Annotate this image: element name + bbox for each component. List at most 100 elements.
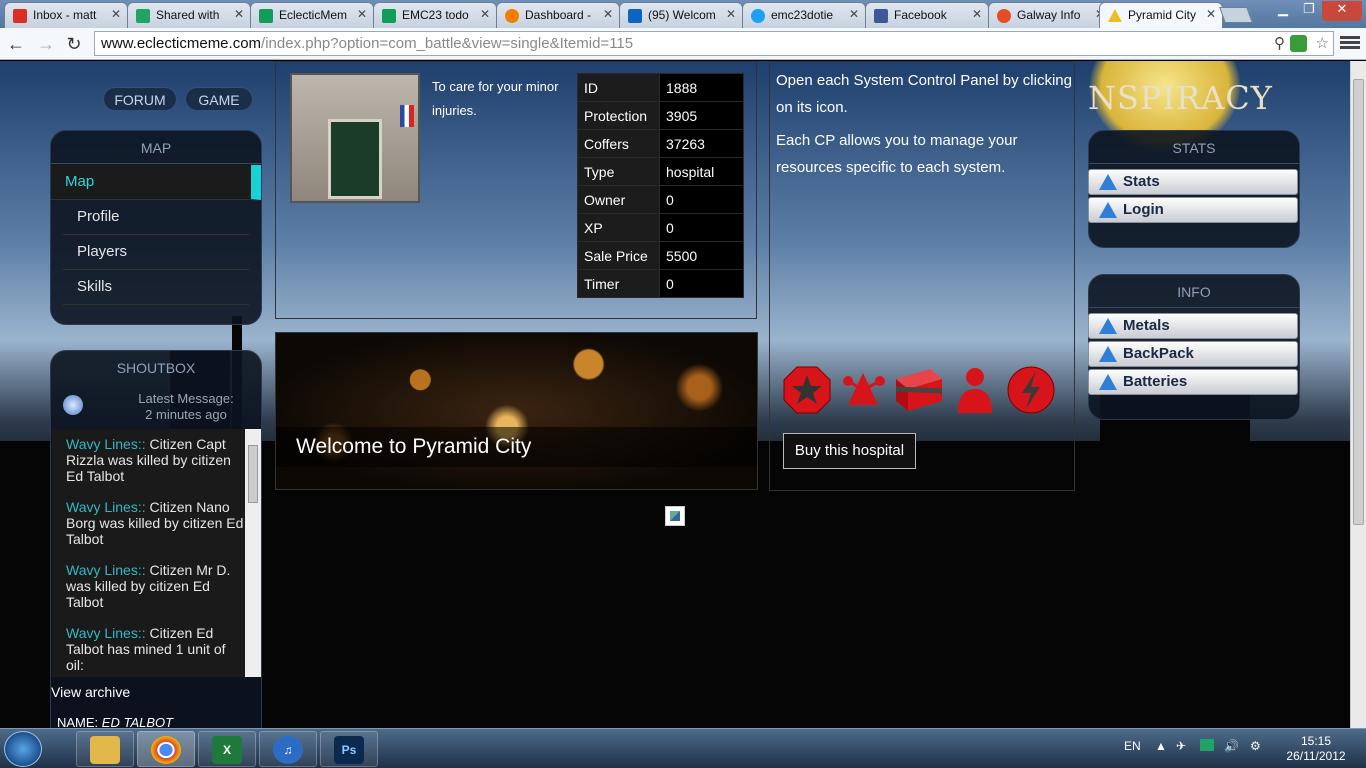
molecule-icon[interactable]	[838, 365, 888, 415]
octagon-star-icon[interactable]	[782, 365, 832, 415]
batteries-button[interactable]: Batteries	[1088, 369, 1298, 395]
latest-label: Latest Message:	[138, 391, 234, 406]
address-bar[interactable]: www.eclecticmeme.com/index.php?option=co…	[94, 31, 1334, 56]
stats-button[interactable]: Stats	[1088, 169, 1298, 195]
zoom-icon[interactable]: ⚲	[1274, 32, 1285, 55]
shoutbox-refresh-icon[interactable]	[63, 395, 83, 415]
shout-tag[interactable]: Wavy Lines::	[66, 436, 146, 452]
tray-expand-icon[interactable]: ▲	[1155, 739, 1167, 753]
shoutbox-latest: Latest Message: 2 minutes ago	[111, 391, 261, 423]
flag-shape	[400, 105, 414, 127]
forum-button[interactable]: FORUM	[103, 87, 177, 111]
building-stats-table: ID 1888 Protection 3905 Coffers 37263 Type h…	[577, 73, 744, 298]
menu-icon[interactable]	[1340, 34, 1360, 54]
map-item-skills[interactable]: Skills	[63, 270, 249, 305]
stat-value: 3905	[659, 101, 744, 130]
bookmark-star-icon[interactable]: ☆	[1316, 32, 1329, 55]
login-button[interactable]: Login	[1088, 197, 1298, 223]
tab-label: Facebook	[894, 8, 947, 22]
tab-facebook[interactable]: Facebook ✕	[865, 2, 989, 28]
shoutbox-scrollbar[interactable]	[245, 429, 261, 677]
table-row: Type hospital	[577, 157, 744, 186]
tab-galway-info[interactable]: Galway Info✕	[988, 2, 1112, 28]
button-label: BackPack	[1123, 345, 1194, 362]
gmail-icon	[13, 9, 27, 23]
taskbar-chrome[interactable]	[137, 731, 195, 767]
player-name: NAME: ED TALBOT	[57, 715, 173, 728]
table-row: XP 0	[577, 213, 744, 242]
person-icon[interactable]	[950, 365, 1000, 415]
list-item: Wavy Lines:: Citizen Nano Borg was kille…	[52, 492, 261, 555]
map-item-map[interactable]: Map	[51, 165, 261, 200]
google-drive-icon	[136, 9, 150, 23]
tab-twitter[interactable]: emc23dotie ✕	[742, 2, 866, 28]
language-indicator[interactable]: EN	[1124, 739, 1141, 753]
shout-tag[interactable]: Wavy Lines::	[66, 499, 146, 515]
tab-pyramid-city[interactable]: Pyramid City ✕	[1099, 2, 1223, 28]
start-button[interactable]	[4, 731, 42, 767]
name-label: NAME:	[57, 715, 99, 728]
linkedin-icon	[628, 9, 642, 23]
game-button[interactable]: GAME	[185, 87, 253, 111]
backpack-button[interactable]: BackPack	[1088, 341, 1298, 367]
taskbar-photoshop[interactable]: Ps	[320, 731, 378, 767]
close-icon[interactable]: ✕	[726, 7, 736, 21]
table-row: Owner 0	[577, 185, 744, 214]
pyramid-icon	[1108, 9, 1122, 22]
buy-hospital-button[interactable]: Buy this hospital	[783, 433, 916, 469]
button-label: Metals	[1123, 317, 1170, 334]
tab-linkedin[interactable]: (95) Welcom ✕	[619, 2, 743, 28]
tab-drive[interactable]: Shared with ✕	[127, 2, 251, 28]
close-icon[interactable]: ✕	[111, 7, 121, 21]
scroll-thumb[interactable]	[248, 445, 258, 503]
box-icon[interactable]	[894, 365, 944, 415]
reload-icon[interactable]: ↻	[62, 32, 86, 56]
itunes-icon: ♫	[273, 736, 303, 764]
map-item-profile[interactable]: Profile	[63, 200, 249, 235]
pyramid-icon	[1099, 318, 1117, 334]
stats-panel-title: STATS	[1089, 131, 1299, 164]
tab-label: EMC23 todo	[402, 8, 469, 22]
minimize-button[interactable]: ▁	[1270, 1, 1296, 21]
network-icon[interactable]: ⚙	[1250, 739, 1261, 753]
tab-eclecticmem[interactable]: EclecticMem ✕	[250, 2, 374, 28]
shout-tag[interactable]: Wavy Lines::	[66, 625, 146, 641]
taskbar-explorer[interactable]	[76, 731, 134, 767]
taskbar-excel[interactable]: X	[198, 731, 256, 767]
metals-button[interactable]: Metals	[1088, 313, 1298, 339]
view-archive-link[interactable]: View archive	[51, 684, 130, 700]
back-icon[interactable]: ←	[4, 32, 28, 56]
google-drive-icon[interactable]	[1200, 739, 1214, 751]
tab-label: Shared with	[156, 8, 220, 22]
close-icon[interactable]: ✕	[480, 7, 490, 21]
taskbar-itunes[interactable]: ♫	[259, 731, 317, 767]
close-icon[interactable]: ✕	[849, 7, 859, 21]
close-icon[interactable]: ✕	[234, 7, 244, 21]
tab-dashboard[interactable]: Dashboard - ✕	[496, 2, 620, 28]
close-icon[interactable]: ✕	[357, 7, 367, 21]
extension-icon[interactable]	[1290, 35, 1307, 52]
lightning-icon[interactable]	[1006, 365, 1056, 415]
tab-gmail[interactable]: Inbox - matt ✕	[4, 2, 128, 28]
welcome-banner: Welcome to Pyramid City	[275, 332, 758, 490]
new-tab-button[interactable]	[1219, 7, 1253, 23]
pyramid-icon	[1099, 174, 1117, 190]
scroll-thumb[interactable]	[1353, 79, 1364, 525]
stat-value: 37263	[659, 129, 744, 158]
tab-bar: Inbox - matt ✕ Shared with ✕ EclecticMem ✕ …	[0, 0, 1366, 28]
shoutbox-title: SHOUTBOX	[116, 360, 196, 376]
page-scrollbar[interactable]	[1350, 61, 1366, 728]
volume-icon[interactable]: 🔊	[1224, 739, 1239, 753]
shout-tag[interactable]: Wavy Lines::	[66, 562, 146, 578]
system-clock[interactable]: 15:15 26/11/2012	[1286, 734, 1346, 764]
close-icon[interactable]: ✕	[972, 7, 982, 21]
close-icon[interactable]: ✕	[1206, 7, 1216, 21]
map-item-players[interactable]: Players	[63, 235, 249, 270]
stat-key: XP	[577, 213, 660, 242]
restore-button[interactable]: ❐	[1296, 1, 1322, 21]
window-close-button[interactable]: ✕	[1322, 1, 1362, 21]
close-icon[interactable]: ✕	[603, 7, 613, 21]
tab-emc23-todo[interactable]: EMC23 todo ✕	[373, 2, 497, 28]
pin-icon[interactable]: ✈	[1176, 739, 1186, 753]
forward-icon[interactable]: →	[34, 32, 58, 56]
